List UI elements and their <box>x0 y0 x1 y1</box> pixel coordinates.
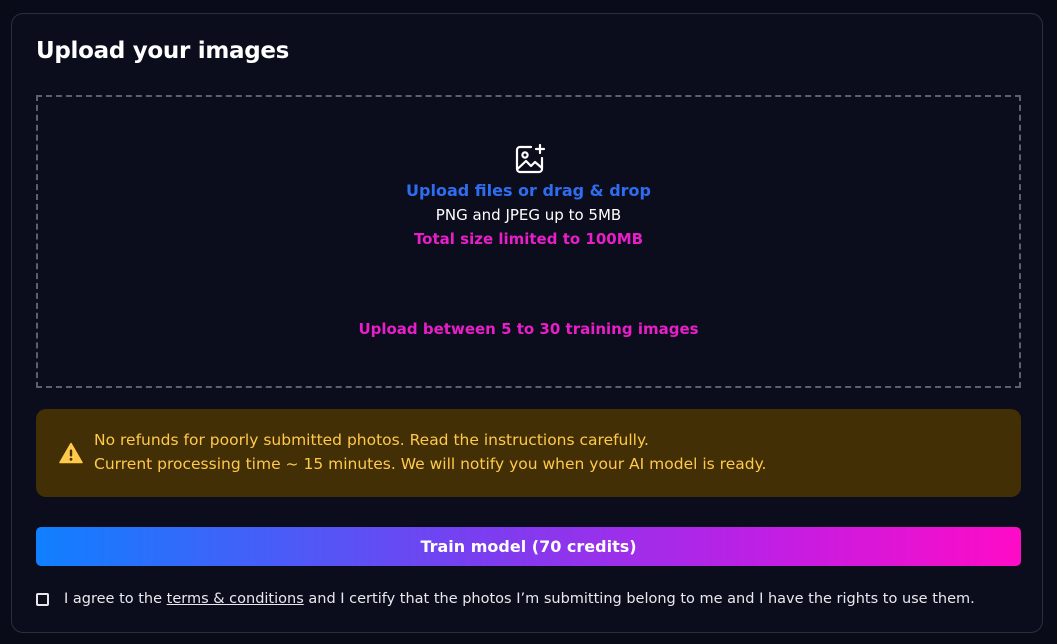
upload-dropzone[interactable]: Upload files or drag & drop PNG and JPEG… <box>36 95 1021 388</box>
alert-refund-text: No refunds for poorly submitted photos. … <box>94 431 649 449</box>
warning-triangle-icon <box>59 442 83 464</box>
accepted-formats-text: PNG and JPEG up to 5MB <box>435 206 622 224</box>
warning-alert: No refunds for poorly submitted photos. … <box>36 409 1021 497</box>
agreement-prefix: I agree to the <box>64 591 163 607</box>
upload-card: Upload your images Upload files or drag … <box>11 13 1043 633</box>
terms-checkbox[interactable] <box>36 592 49 606</box>
train-model-button[interactable]: Train model (70 credits) <box>36 527 1021 566</box>
image-plus-icon <box>515 143 546 174</box>
terms-link[interactable]: terms & conditions <box>167 591 304 607</box>
image-count-hint: Upload between 5 to 30 training images <box>358 320 699 338</box>
terms-agreement-row: I agree to the terms & conditions and I … <box>36 588 975 610</box>
size-limit-text: Total size limited to 100MB <box>413 230 644 248</box>
upload-files-link[interactable]: Upload files or drag & drop <box>38 181 1019 200</box>
agreement-text: I agree to the terms & conditions and I … <box>64 591 975 607</box>
alert-processing-text: Current processing time ~ 15 minutes. We… <box>94 455 767 473</box>
page-title: Upload your images <box>36 38 290 64</box>
agreement-suffix: and I certify that the photos I’m submit… <box>308 591 975 607</box>
